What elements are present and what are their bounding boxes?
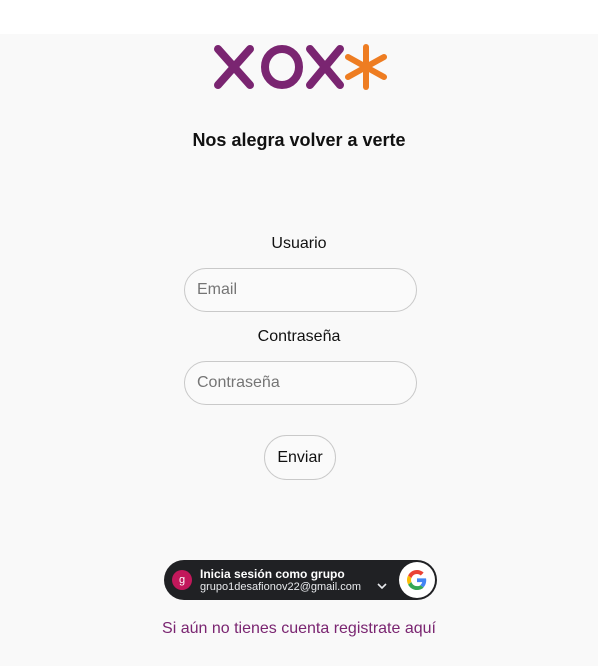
google-logo-container [399, 562, 435, 598]
email-input[interactable] [184, 268, 417, 312]
password-label: Contraseña [257, 328, 341, 345]
account-avatar: g [172, 570, 192, 590]
user-label: Usuario [271, 235, 327, 252]
chevron-down-icon[interactable] [377, 583, 387, 589]
submit-button[interactable]: Enviar [264, 435, 336, 480]
google-signin-title: Inicia sesión como grupo [200, 567, 345, 581]
xox-logo [214, 44, 387, 90]
page-title: Nos alegra volver a verte [192, 130, 406, 150]
google-g-icon [407, 570, 427, 590]
password-input[interactable] [184, 361, 417, 405]
google-account-email: grupo1desafionov22@gmail.com [200, 581, 361, 593]
register-link[interactable]: Si aún no tienes cuenta registrate aquí [0, 620, 598, 638]
google-signin-button[interactable]: g Inicia sesión como grupo grupo1desafio… [164, 560, 437, 600]
